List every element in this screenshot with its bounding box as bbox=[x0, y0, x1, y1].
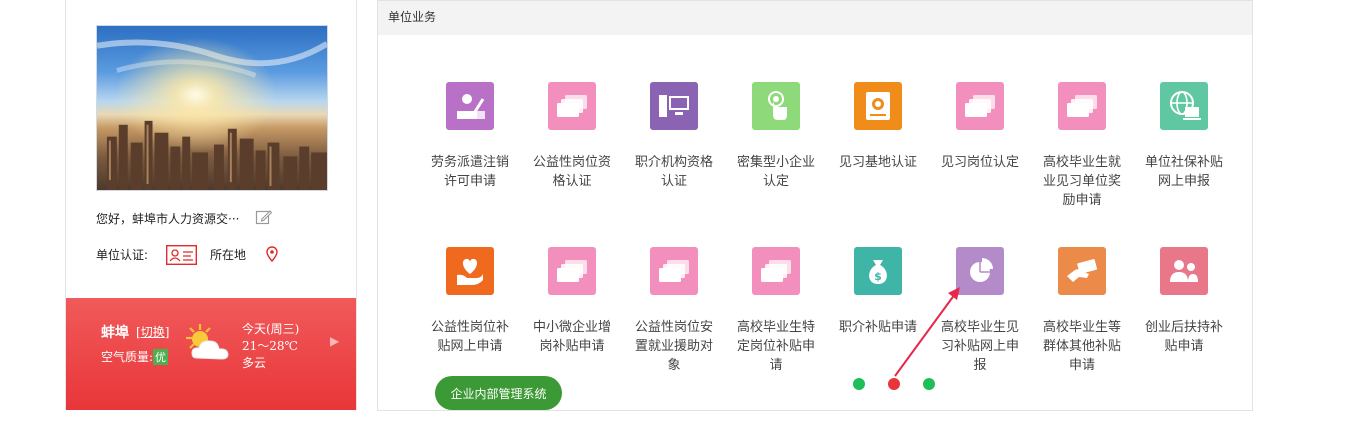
weather-condition: 多云 bbox=[242, 356, 267, 370]
weather-forecast: 今天(周三) 21～28℃ 多云 bbox=[242, 321, 299, 372]
location-label: 所在地 bbox=[210, 248, 247, 262]
tile-2[interactable]: 公益性岗位资 格认证 bbox=[526, 82, 618, 191]
weather-widget: 蚌埠 [切换] 空气质量: 优 今天(周三) 21～28℃ 多云 ▶ bbox=[66, 298, 356, 410]
tile-label: 单位社保补贴 网上申报 bbox=[1144, 155, 1223, 189]
cards-icon bbox=[752, 247, 800, 295]
air-quality: 空气质量: 优 bbox=[101, 348, 169, 365]
tile-label: 高校毕业生等 群体其他补贴 申请 bbox=[1042, 320, 1121, 373]
tile-13[interactable]: $ 职介补贴申请 bbox=[832, 247, 924, 337]
weather-switch-link[interactable]: 切换 bbox=[141, 325, 165, 339]
tile-label: 公益性岗位安 置就业援助对象 bbox=[634, 320, 713, 373]
computer-icon bbox=[650, 82, 698, 130]
tile-5[interactable]: 见习基地认证 bbox=[832, 82, 924, 172]
weather-next-icon[interactable]: ▶ bbox=[330, 334, 339, 348]
tile-label: 职介补贴申请 bbox=[838, 320, 917, 335]
tile-9[interactable]: 公益性岗位补 贴网上申请 bbox=[424, 247, 516, 356]
business-panel: 单位业务 劳务派遣注销 许可申请 公益性岗位资 格认证 职介机构资格 认证 密集型小企业 认定… bbox=[377, 0, 1253, 411]
weather-city: 蚌埠 bbox=[101, 325, 129, 341]
tile-label: 创业后扶持补 贴申请 bbox=[1144, 320, 1223, 354]
svg-text:$: $ bbox=[874, 270, 882, 283]
weather-temp: 21～28℃ bbox=[242, 339, 298, 353]
tile-label: 高校毕业生就 业见习单位奖 励申请 bbox=[1042, 155, 1121, 208]
heart-hand-icon bbox=[446, 247, 494, 295]
tile-label: 密集型小企业 认定 bbox=[736, 155, 815, 189]
carousel-dot-active[interactable] bbox=[888, 378, 900, 390]
tile-label: 职介机构资格 认证 bbox=[634, 155, 713, 189]
tile-14[interactable]: 高校毕业生见 习补贴网上申报 bbox=[934, 247, 1026, 375]
greeting-text: 您好，蚌埠市人力资源交··· bbox=[96, 212, 240, 226]
tile-6[interactable]: 见习岗位认定 bbox=[934, 82, 1026, 172]
city-photo bbox=[96, 25, 328, 191]
tile-15[interactable]: 高校毕业生等 群体其他补贴 申请 bbox=[1036, 247, 1128, 375]
certificate-icon[interactable] bbox=[166, 245, 197, 265]
tile-3[interactable]: 职介机构资格 认证 bbox=[628, 82, 720, 191]
tile-label: 劳务派遣注销 许可申请 bbox=[430, 155, 509, 189]
tile-label: 见习岗位认定 bbox=[940, 155, 1019, 170]
tile-16[interactable]: 创业后扶持补 贴申请 bbox=[1138, 247, 1230, 356]
tile-11[interactable]: 公益性岗位安 置就业援助对象 bbox=[628, 247, 720, 375]
cards-icon bbox=[956, 82, 1004, 130]
edit-icon[interactable] bbox=[255, 209, 272, 226]
worker-desk-icon bbox=[446, 82, 494, 130]
tile-label: 高校毕业生见 习补贴网上申报 bbox=[940, 320, 1019, 373]
weather-switch[interactable]: [切换] bbox=[136, 323, 169, 340]
tile-1[interactable]: 劳务派遣注销 许可申请 bbox=[424, 82, 516, 191]
tile-10[interactable]: 中小微企业增 岗补贴申请 bbox=[526, 247, 618, 356]
people-icon bbox=[1160, 247, 1208, 295]
tile-label: 公益性岗位补 贴网上申请 bbox=[430, 320, 509, 354]
cards-icon bbox=[650, 247, 698, 295]
tile-12[interactable]: 高校毕业生特 定岗位补贴申请 bbox=[730, 247, 822, 375]
partly-cloudy-icon bbox=[186, 324, 229, 360]
tile-label: 公益性岗位资 格认证 bbox=[532, 155, 611, 189]
money-hand-icon bbox=[1058, 247, 1106, 295]
pie-chart-icon bbox=[956, 247, 1004, 295]
tile-label: 高校毕业生特 定岗位补贴申请 bbox=[736, 320, 815, 373]
tile-7[interactable]: 高校毕业生就 业见习单位奖 励申请 bbox=[1036, 82, 1128, 210]
cards-icon bbox=[548, 247, 596, 295]
tile-8[interactable]: 单位社保补贴 网上申报 bbox=[1138, 82, 1230, 191]
air-quality-label: 空气质量: bbox=[101, 350, 154, 364]
safe-icon bbox=[854, 82, 902, 130]
weather-day: 今天(周三) bbox=[242, 322, 300, 336]
location-pin-icon[interactable] bbox=[266, 246, 278, 262]
profile-card: 您好，蚌埠市人力资源交··· 单位认证: 所在地 蚌埠 [切换] 空气质量:优 bbox=[65, 0, 357, 410]
cert-label: 单位认证: bbox=[96, 248, 149, 262]
money-bag-icon: $ bbox=[854, 247, 902, 295]
cards-icon bbox=[1058, 82, 1106, 130]
internal-management-button[interactable]: 企业内部管理系统 bbox=[435, 376, 562, 410]
tile-label: 中小微企业增 岗补贴申请 bbox=[532, 320, 611, 354]
air-quality-badge: 优 bbox=[153, 349, 169, 365]
carousel-dot[interactable] bbox=[923, 378, 935, 390]
tile-4[interactable]: 密集型小企业 认定 bbox=[730, 82, 822, 191]
panel-title: 单位业务 bbox=[378, 1, 1252, 35]
globe-computer-icon bbox=[1160, 82, 1208, 130]
cards-icon bbox=[548, 82, 596, 130]
tile-label: 见习基地认证 bbox=[838, 155, 917, 170]
carousel-dot[interactable] bbox=[853, 378, 865, 390]
touch-icon bbox=[752, 82, 800, 130]
